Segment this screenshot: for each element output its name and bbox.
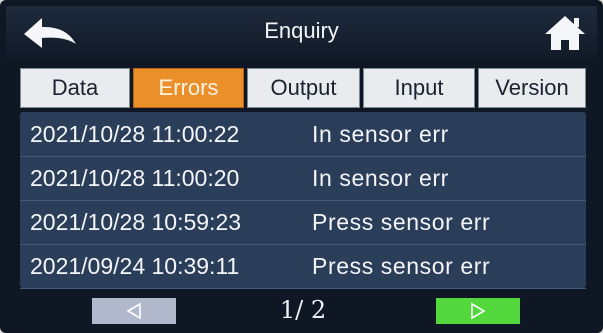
tab-output[interactable]: Output bbox=[247, 68, 360, 108]
next-page-button[interactable] bbox=[436, 298, 520, 324]
error-message: Press sensor err bbox=[312, 253, 491, 279]
error-list: 2021/10/28 11:00:22 In sensor err 2021/1… bbox=[20, 112, 586, 289]
error-row[interactable]: 2021/10/28 11:00:22 In sensor err bbox=[20, 112, 586, 157]
pagination-bar: 1/ 2 bbox=[20, 294, 586, 330]
page-title: Enquiry bbox=[264, 18, 339, 43]
triangle-right-icon bbox=[471, 302, 486, 320]
error-timestamp: 2021/09/24 10:39:11 bbox=[30, 253, 240, 279]
error-message: Press sensor err bbox=[312, 209, 491, 235]
error-message: In sensor err bbox=[312, 165, 449, 191]
enquiry-screen: Enquiry Data Errors Output Input Version… bbox=[0, 0, 603, 333]
error-row[interactable]: 2021/10/28 10:59:23 Press sensor err bbox=[20, 200, 586, 245]
error-timestamp: 2021/10/28 11:00:20 bbox=[30, 165, 240, 191]
tab-data[interactable]: Data bbox=[20, 68, 130, 108]
home-button[interactable] bbox=[541, 12, 589, 52]
tab-version[interactable]: Version bbox=[478, 68, 586, 108]
tab-bar: Data Errors Output Input Version bbox=[20, 68, 586, 108]
home-icon bbox=[545, 16, 585, 50]
error-row[interactable]: 2021/09/24 10:39:11 Press sensor err bbox=[20, 244, 586, 289]
error-row[interactable]: 2021/10/28 11:00:20 In sensor err bbox=[20, 156, 586, 201]
error-message: In sensor err bbox=[312, 121, 449, 147]
header-bar: Enquiry bbox=[6, 6, 597, 58]
tab-input[interactable]: Input bbox=[363, 68, 475, 108]
tab-errors[interactable]: Errors bbox=[133, 68, 244, 108]
error-timestamp: 2021/10/28 10:59:23 bbox=[30, 209, 242, 235]
error-timestamp: 2021/10/28 11:00:22 bbox=[30, 121, 240, 147]
